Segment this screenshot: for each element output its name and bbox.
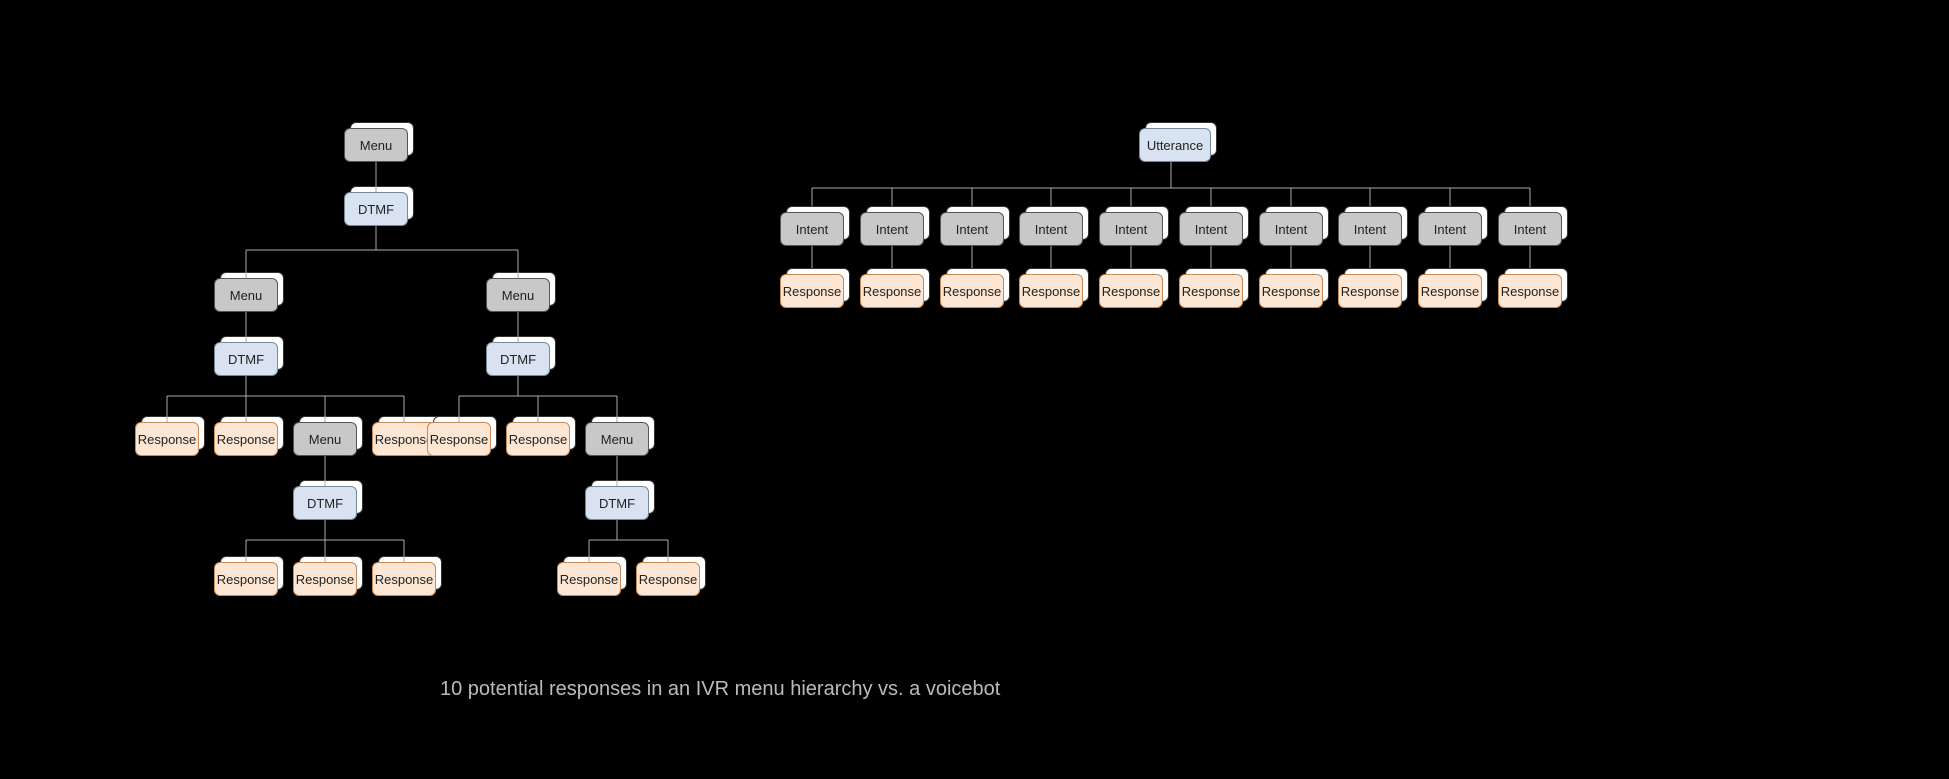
response-node: Response	[860, 274, 924, 308]
menu-node: Menu	[585, 422, 649, 456]
dtmf-node: DTMF	[344, 192, 408, 226]
response-node: Response	[1179, 274, 1243, 308]
response-node: Response	[214, 422, 278, 456]
response-node: Response	[940, 274, 1004, 308]
response-node: Response	[1498, 274, 1562, 308]
dtmf-node: DTMF	[585, 486, 649, 520]
utterance-node: Utterance	[1139, 128, 1211, 162]
menu-node: Menu	[293, 422, 357, 456]
response-node: Response	[293, 562, 357, 596]
diagram-stage: Menu DTMF Menu Menu DTMF DTMF Response R…	[0, 0, 1949, 779]
response-node: Response	[506, 422, 570, 456]
response-node: Response	[780, 274, 844, 308]
menu-node: Menu	[214, 278, 278, 312]
response-node: Response	[427, 422, 491, 456]
intent-node: Intent	[940, 212, 1004, 246]
response-node: Response	[372, 562, 436, 596]
intent-node: Intent	[1498, 212, 1562, 246]
intent-node: Intent	[1338, 212, 1402, 246]
response-node: Response	[214, 562, 278, 596]
response-node: Response	[636, 562, 700, 596]
response-node: Response	[1019, 274, 1083, 308]
response-node: Response	[1418, 274, 1482, 308]
response-node: Response	[135, 422, 199, 456]
dtmf-node: DTMF	[293, 486, 357, 520]
intent-node: Intent	[860, 212, 924, 246]
caption: 10 potential responses in an IVR menu hi…	[440, 678, 1000, 701]
intent-node: Intent	[1418, 212, 1482, 246]
response-node: Response	[1099, 274, 1163, 308]
intent-node: Intent	[1019, 212, 1083, 246]
menu-node: Menu	[344, 128, 408, 162]
menu-node: Menu	[486, 278, 550, 312]
response-node: Response	[1338, 274, 1402, 308]
dtmf-node: DTMF	[214, 342, 278, 376]
connectors-left	[0, 0, 730, 640]
dtmf-node: DTMF	[486, 342, 550, 376]
response-node: Response	[557, 562, 621, 596]
intent-node: Intent	[1099, 212, 1163, 246]
intent-node: Intent	[1259, 212, 1323, 246]
intent-node: Intent	[780, 212, 844, 246]
response-node: Response	[1259, 274, 1323, 308]
intent-node: Intent	[1179, 212, 1243, 246]
